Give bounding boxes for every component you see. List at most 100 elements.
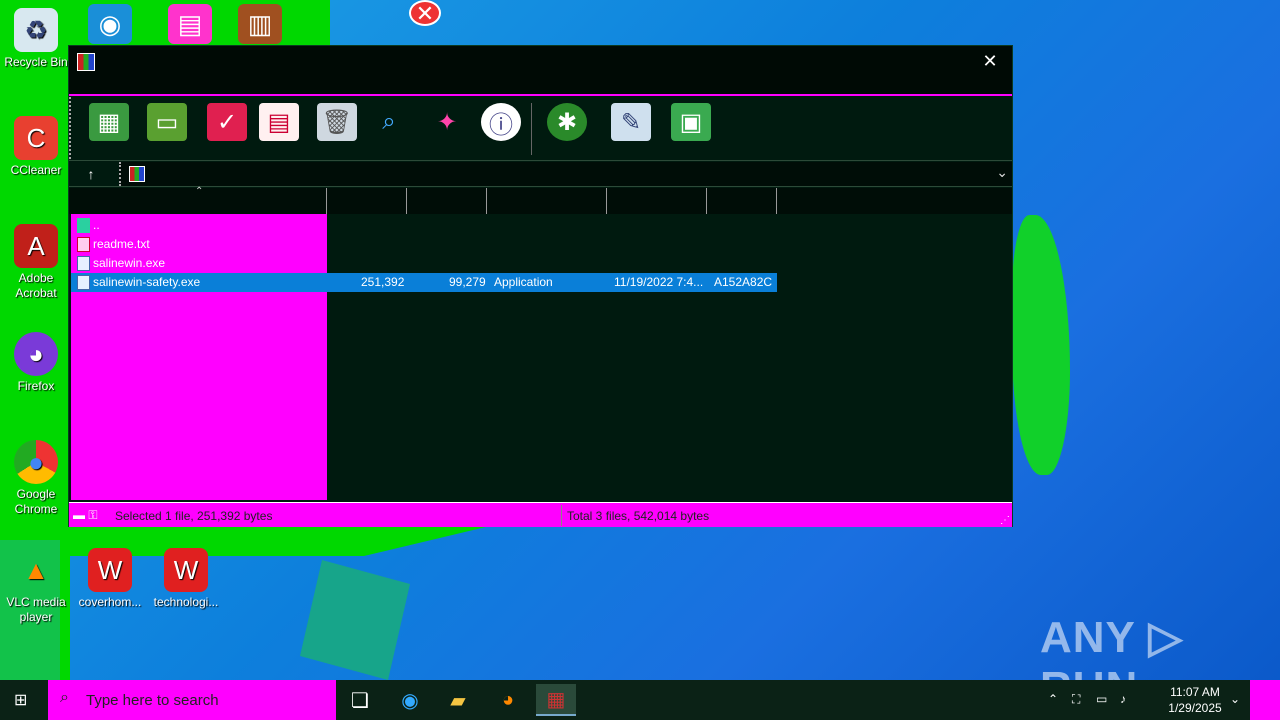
table-row[interactable]: .. <box>71 216 777 235</box>
desktop-artifact <box>1012 215 1070 475</box>
file-type: Application <box>494 275 553 289</box>
vlc-icon: ▲ <box>23 554 49 585</box>
column-header: ⌃ <box>69 186 1012 214</box>
sfx-button[interactable]: ▣ <box>671 103 711 141</box>
view-icon: ▤ <box>267 108 291 136</box>
desktop-icon-label: Adobe Acrobat <box>15 271 57 300</box>
comment-icon: ✎ <box>620 108 642 136</box>
windows-icon: ⊞ <box>14 692 28 709</box>
taskbar-firefox[interactable]: ◕ <box>488 684 528 716</box>
path-dropdown[interactable]: ⌄ <box>119 162 1012 186</box>
desktop-icon-firefox[interactable]: ◕ Firefox <box>0 332 72 394</box>
column-size[interactable] <box>327 188 407 214</box>
extract-button[interactable]: ▭ <box>147 103 187 141</box>
total-status: Total 3 files, 542,014 bytes <box>567 509 710 523</box>
wizard-button[interactable]: ✦ <box>427 103 467 141</box>
notification-area: ⌄ <box>1230 680 1246 720</box>
desktop-icon-label: technologi... <box>153 595 219 609</box>
clock[interactable]: 11:07 AM 1/29/2025 <box>1160 684 1230 716</box>
parent-folder-icon <box>77 218 90 233</box>
column-modified[interactable] <box>607 188 707 214</box>
info-button[interactable]: ⓘ <box>481 103 521 141</box>
desktop-icon-coverhom[interactable]: W coverhom... <box>74 548 146 610</box>
volume-icon[interactable]: ♪ <box>1120 692 1126 706</box>
extract-icon: ▭ <box>155 108 179 136</box>
file-crc: A152A82C <box>714 275 773 289</box>
word-doc-icon: W <box>88 548 132 592</box>
word-doc-icon: W <box>164 548 208 592</box>
firefox-icon: ◕ <box>14 332 58 376</box>
column-type[interactable] <box>487 188 607 214</box>
start-button[interactable]: ⊞ <box>14 690 34 710</box>
search-input[interactable] <box>86 688 326 712</box>
table-row-selected[interactable]: salinewin-safety.exe 251,392 99,279 Appl… <box>71 273 777 292</box>
add-icon: ▦ <box>97 108 121 136</box>
taskbar-winrar[interactable]: ▦ <box>536 684 576 716</box>
edge-desktop-icon[interactable]: ◉ <box>88 4 132 44</box>
document-icon[interactable]: ▤ <box>168 4 212 44</box>
desktop-icon-label: CCleaner <box>10 163 62 177</box>
recycle-bin-icon: ♻ <box>14 8 58 52</box>
sfx-icon: ▣ <box>679 108 703 136</box>
desktop-icon-chrome[interactable]: ● Google Chrome <box>0 440 72 517</box>
desktop-icon-label: coverhom... <box>78 595 142 609</box>
delete-button[interactable]: 🗑 <box>317 103 357 141</box>
winrar-app-icon <box>77 53 95 71</box>
exe-file-icon <box>77 256 90 271</box>
selection-status: Selected 1 file, 251,392 bytes <box>115 509 273 523</box>
notification-chevron-icon[interactable]: ⌄ <box>1230 692 1240 706</box>
file-modified: 11/19/2022 7:4... <box>614 275 704 289</box>
firefox-icon: ◕ <box>501 688 515 711</box>
taskbar-file-explorer[interactable]: ▰ <box>438 684 478 716</box>
column-packed[interactable] <box>407 188 487 214</box>
sort-ascending-icon: ⌃ <box>195 186 204 197</box>
file-size: 251,392 <box>361 275 405 289</box>
close-button[interactable]: ✕ <box>982 50 998 72</box>
exe-file-icon <box>77 275 90 290</box>
table-row[interactable]: readme.txt <box>71 235 777 254</box>
virusscan-icon: ✱ <box>556 108 578 136</box>
file-list: ⌃ .. readme.txt salinewin.exe salinewin-… <box>69 186 1012 502</box>
title-bar[interactable]: ✕ <box>69 46 1012 96</box>
view-button[interactable]: ▤ <box>259 103 299 141</box>
chevron-down-icon[interactable]: ⌄ <box>996 164 1008 181</box>
text-file-icon <box>77 237 90 252</box>
clock-date: 1/29/2025 <box>1168 701 1222 715</box>
find-button[interactable]: ⌕ <box>369 103 409 141</box>
delete-icon: 🗑 <box>321 108 353 136</box>
test-icon: ✓ <box>216 108 238 136</box>
wizard-icon: ✦ <box>436 108 458 136</box>
display-icon[interactable]: ▭ <box>1096 692 1107 706</box>
desktop-icon-acrobat[interactable]: A Adobe Acrobat <box>0 224 72 301</box>
desktop-icon-label: Google Chrome <box>14 487 58 516</box>
up-folder-button[interactable]: ↑ <box>81 164 101 184</box>
winrar-desktop-icon[interactable]: ▥ <box>238 4 282 44</box>
taskbar-search[interactable]: ⌕ <box>48 680 336 720</box>
resize-grip-icon[interactable]: ⋰ <box>1000 515 1010 526</box>
network-icon[interactable]: ⛶ <box>1072 692 1080 707</box>
toolbar-separator <box>531 103 532 155</box>
system-tray: ⌃ ⛶ ▭ ♪ <box>1040 680 1150 720</box>
desktop-icon-vlc[interactable]: ▲ VLC media player <box>0 548 72 625</box>
info-icon: ⓘ <box>489 111 513 139</box>
virusscan-button[interactable]: ✱ <box>547 103 587 141</box>
desktop-icon-ccleaner[interactable]: C CCleaner <box>0 116 72 178</box>
test-button[interactable]: ✓ <box>207 103 247 141</box>
desktop-artifact <box>300 560 410 680</box>
archive-window: ✕ ▦ ▭ ✓ ▤ 🗑 ⌕ ✦ ⓘ ✱ ✎ ▣ ↑ ⌄ ⌃ .. readme.… <box>68 45 1013 527</box>
task-view-button[interactable]: ❏ <box>340 684 380 716</box>
desktop-icon-label: VLC media player <box>6 595 66 624</box>
desktop-icon-technologi[interactable]: W technologi... <box>150 548 222 610</box>
column-crc[interactable] <box>707 188 777 214</box>
winrar-icon: ▦ <box>546 688 566 711</box>
add-button[interactable]: ▦ <box>89 103 129 141</box>
status-bar: ▬ ⚿ Selected 1 file, 251,392 bytes Total… <box>69 502 1012 527</box>
comment-button[interactable]: ✎ <box>611 103 651 141</box>
table-row[interactable]: salinewin.exe <box>71 254 777 273</box>
edge-icon: ◉ <box>401 689 419 712</box>
clock-time: 11:07 AM <box>1170 685 1220 699</box>
desktop-icon-recycle-bin[interactable]: ♻ Recycle Bin <box>0 8 72 70</box>
taskbar-edge[interactable]: ◉ <box>390 684 430 716</box>
show-desktop-button[interactable] <box>1250 680 1280 720</box>
chevron-up-icon[interactable]: ⌃ <box>1048 692 1058 706</box>
